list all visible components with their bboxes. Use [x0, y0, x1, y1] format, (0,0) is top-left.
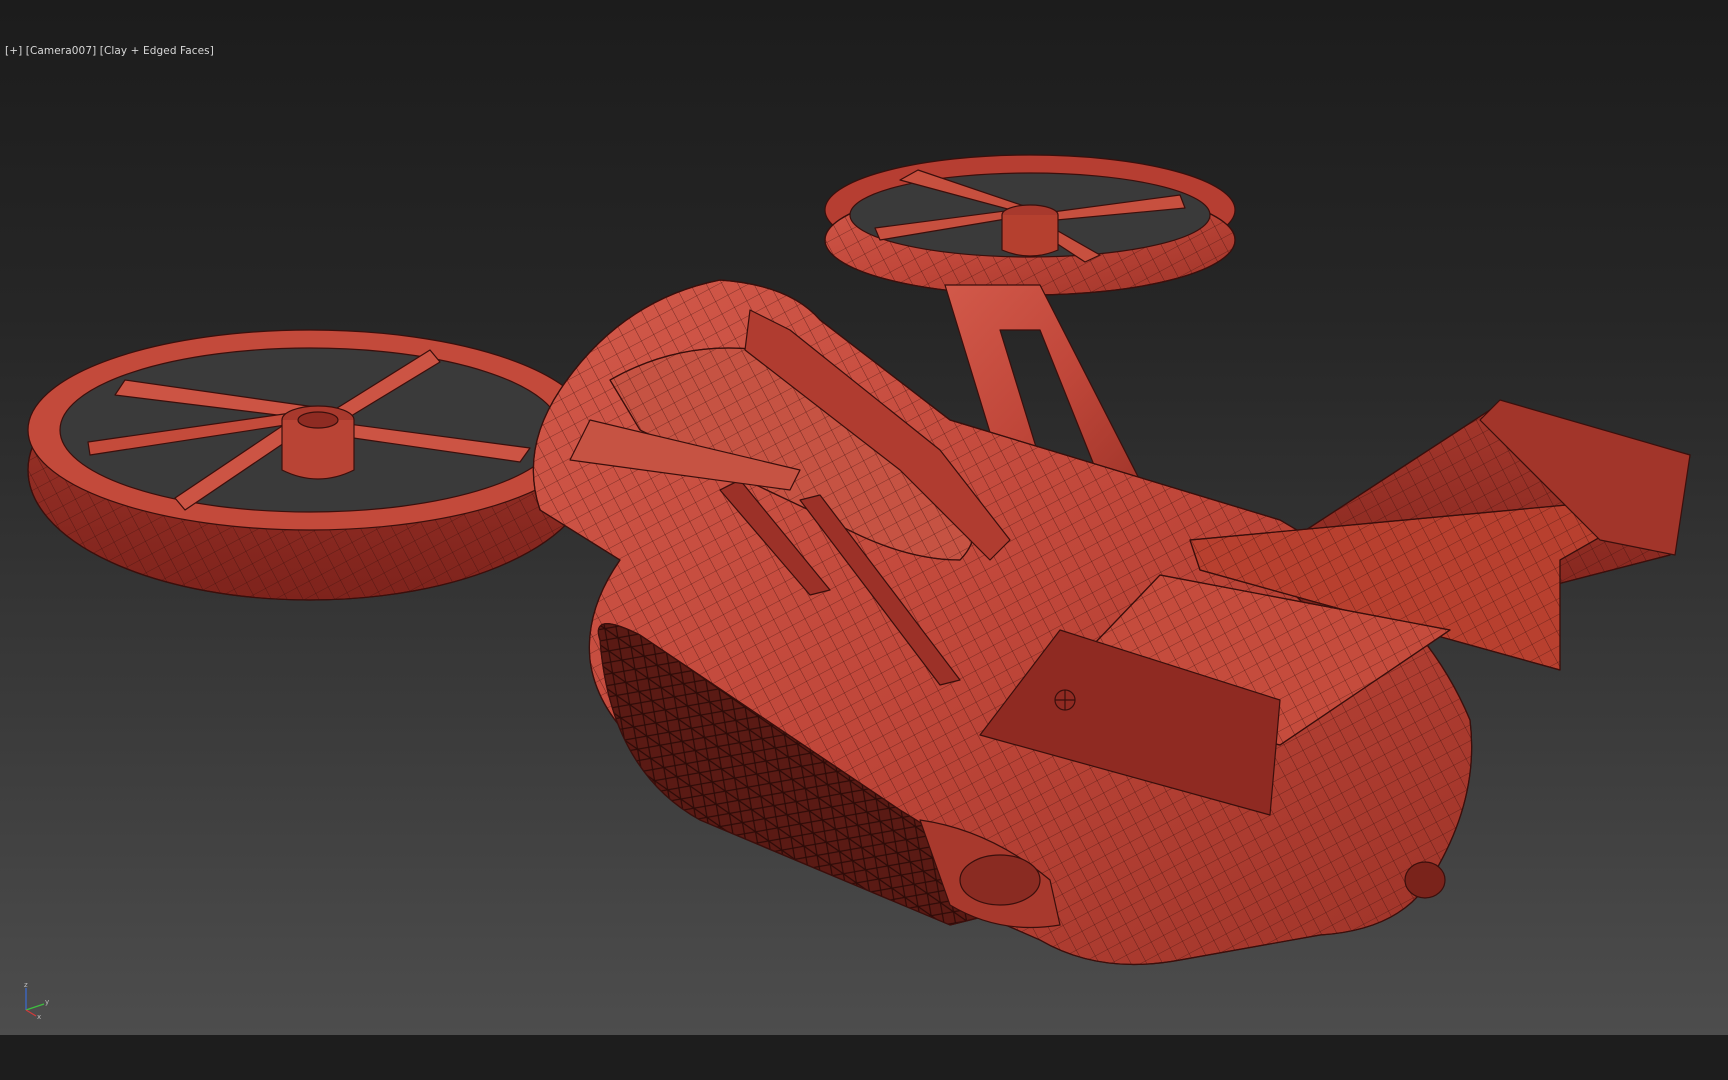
bottom-bar [0, 1035, 1728, 1080]
axis-gizmo-icon: z y x [24, 981, 49, 1020]
exhaust [1404, 861, 1446, 899]
axis-y-label: y [45, 998, 49, 1006]
axis-x-label: x [37, 1013, 41, 1020]
viewport[interactable]: [+] [Camera007] [Clay + Edged Faces] z y… [0, 0, 1728, 1035]
vtol-aircraft-model[interactable] [0, 0, 1728, 1035]
rear-rotor [824, 154, 1236, 296]
axis-z-label: z [24, 981, 28, 989]
left-rotor [27, 329, 593, 601]
